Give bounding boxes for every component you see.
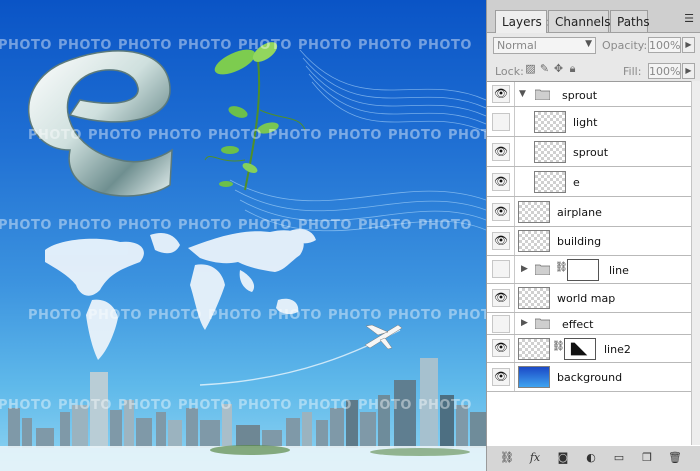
visibility-toggle[interactable] — [492, 113, 510, 131]
city-skyline-graphic — [0, 358, 486, 471]
layers-scrollbar[interactable] — [691, 81, 700, 445]
tab-paths-label: Paths — [617, 15, 650, 29]
lock-image-icon[interactable]: ✎ — [539, 62, 553, 75]
chevron-down-icon[interactable]: ▼ — [519, 89, 526, 99]
watermark-row: PHOTOPHOTOPHOTOPHOTOPHOTOPHOTOPHOTOPHOTO — [0, 38, 472, 53]
mask-icon[interactable]: ◙ — [555, 450, 571, 466]
layer-thumbnail — [518, 366, 550, 388]
new-group-icon[interactable]: ▭ — [611, 450, 627, 466]
fx-icon[interactable]: fx — [527, 450, 543, 466]
visibility-toggle[interactable] — [492, 260, 510, 278]
chevron-right-icon[interactable]: ▶ — [521, 318, 528, 328]
blend-mode-value: Normal — [497, 39, 537, 52]
folder-icon — [535, 264, 550, 275]
layer-name: light — [573, 116, 598, 129]
eye-icon[interactable]: 👁︎ — [492, 143, 510, 161]
layer-row[interactable]: ▶ ⛓︎ line — [487, 256, 700, 284]
letter-e-graphic — [28, 50, 173, 197]
chevron-down-icon: ▼ — [585, 39, 592, 49]
tab-layers-label: Layers — [502, 15, 542, 29]
document-canvas[interactable]: PHOTO PHOTO PHOTO PHOTO PHOTO PHOTO PHOTO PHOTO… — [0, 0, 486, 471]
eye-icon[interactable]: 👁︎ — [492, 368, 510, 386]
lock-position-icon[interactable]: ✥ — [553, 62, 567, 75]
layer-row[interactable]: light — [487, 107, 700, 137]
layer-name: line — [609, 264, 629, 277]
watermark-row: PHOTOPHOTOPHOTOPHOTOPHOTOPHOTOPHOTOPHOTO — [28, 128, 486, 143]
watermark-row: PHOTOPHOTOPHOTOPHOTOPHOTOPHOTOPHOTOPHOTO — [0, 218, 472, 233]
opacity-label: Opacity: — [602, 39, 648, 52]
link-icon[interactable]: ⛓︎ — [555, 262, 568, 273]
layer-thumbnail — [518, 201, 550, 223]
layer-name: background — [557, 371, 623, 384]
chevron-right-icon[interactable]: ▶ — [521, 264, 528, 274]
tab-channels[interactable]: Channels — [548, 10, 611, 32]
link-icon[interactable]: ⛓︎ — [552, 341, 565, 352]
new-layer-icon[interactable]: ❐ — [639, 450, 655, 466]
layer-name: world map — [557, 292, 616, 305]
trash-icon[interactable]: 🗑︎ — [667, 450, 683, 466]
layer-name: airplane — [557, 206, 602, 219]
fill-label: Fill: — [623, 65, 642, 78]
layer-row[interactable]: 👁︎ airplane — [487, 197, 700, 227]
folder-icon — [535, 89, 550, 100]
watermark-row: PHOTOPHOTOPHOTOPHOTOPHOTOPHOTOPHOTOPHOTO — [28, 308, 486, 323]
lock-all-icon[interactable]: 🔒︎ — [567, 62, 581, 76]
layer-row[interactable]: ▶ effect — [487, 313, 700, 335]
airplane-graphic — [364, 324, 403, 350]
layer-name: effect — [562, 318, 594, 331]
eye-icon[interactable]: 👁︎ — [492, 289, 510, 307]
panel-menu-icon[interactable]: ☰ — [682, 13, 696, 26]
layer-row[interactable]: 👁︎ background — [487, 363, 700, 392]
layer-thumbnail — [518, 287, 550, 309]
panel-tab-bar: Layers× Channels Paths ☰ — [487, 0, 700, 33]
lock-icons: ▨✎ ✥ 🔒︎ — [525, 62, 581, 76]
eye-icon[interactable]: 👁︎ — [492, 339, 510, 357]
layer-name: e — [573, 176, 580, 189]
layer-thumbnail — [534, 171, 566, 193]
lock-label: Lock: — [495, 65, 524, 78]
visibility-toggle[interactable] — [492, 315, 510, 333]
layer-name: building — [557, 235, 602, 248]
layer-thumbnail — [534, 111, 566, 133]
sprout-graphic — [204, 42, 306, 191]
layers-bottom-bar: ⛓︎ fx ◙ ◐ ▭ ❐ 🗑︎ — [487, 446, 700, 471]
blend-opacity-row: Normal ▼ Opacity: 100% ▶ — [493, 37, 695, 55]
layer-name: line2 — [604, 343, 631, 356]
layer-mask-thumbnail[interactable] — [567, 259, 599, 281]
layer-row[interactable]: 👁︎ ⛓︎ line2 — [487, 335, 700, 363]
layers-list: 👁︎ ▼ sprout light 👁︎ sprout 👁︎ e 👁︎ airp… — [487, 81, 700, 447]
layer-row[interactable]: 👁︎ ▼ sprout — [487, 82, 700, 107]
adjustment-icon[interactable]: ◐ — [583, 450, 599, 466]
eye-icon[interactable]: 👁︎ — [492, 173, 510, 191]
blend-mode-select[interactable]: Normal ▼ — [493, 37, 596, 54]
opacity-field[interactable]: 100% — [648, 37, 681, 53]
watermark-row: PHOTOPHOTOPHOTOPHOTOPHOTOPHOTOPHOTOPHOTO — [0, 398, 472, 413]
fill-field[interactable]: 100% — [648, 63, 681, 79]
tab-paths[interactable]: Paths — [610, 10, 650, 32]
layer-row[interactable]: 👁︎ world map — [487, 284, 700, 313]
fill-slider-toggle[interactable]: ▶ — [682, 63, 695, 79]
layer-name: sprout — [573, 146, 609, 159]
world-map-graphic — [45, 228, 316, 360]
tab-channels-label: Channels — [555, 15, 611, 29]
eye-icon[interactable]: 👁︎ — [492, 85, 510, 103]
eye-icon[interactable]: 👁︎ — [492, 203, 510, 221]
layer-thumbnail — [518, 338, 550, 360]
layer-thumbnail — [534, 141, 566, 163]
lock-transparency-icon[interactable]: ▨ — [525, 62, 539, 75]
eye-icon[interactable]: 👁︎ — [492, 232, 510, 250]
layer-name: sprout — [562, 89, 598, 102]
link-icon[interactable]: ⛓︎ — [499, 450, 515, 466]
layer-row[interactable]: 👁︎ e — [487, 167, 700, 197]
layer-thumbnail — [518, 230, 550, 252]
opacity-slider-toggle[interactable]: ▶ — [682, 37, 695, 53]
layer-mask-thumbnail[interactable] — [564, 338, 596, 360]
tab-layers[interactable]: Layers× — [495, 10, 555, 33]
layer-row[interactable]: 👁︎ sprout — [487, 137, 700, 167]
layers-panel: Layers× Channels Paths ☰ Normal ▼ Opacit… — [486, 0, 700, 471]
layer-row[interactable]: 👁︎ building — [487, 227, 700, 256]
folder-icon — [535, 318, 550, 329]
